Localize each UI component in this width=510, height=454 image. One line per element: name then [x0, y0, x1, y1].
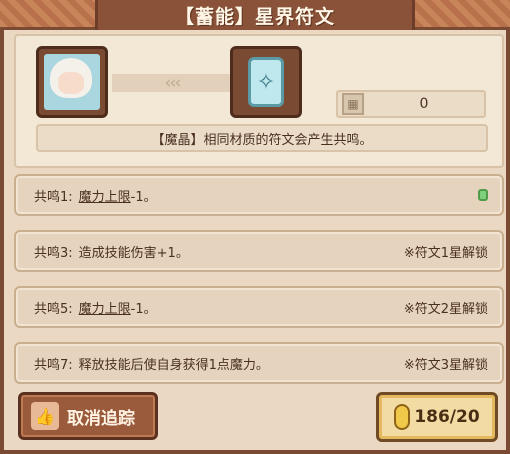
character-portrait-icon	[44, 54, 100, 110]
resonance-label: 共鸣5:	[34, 301, 73, 317]
unlock-requirement: ※符文1星解锁	[403, 245, 488, 261]
unlock-requirement: ※符文3星解锁	[403, 357, 488, 373]
resonance-row-5: 共鸣5: 魔力上限-1。 ※符文2星解锁	[14, 286, 504, 328]
counter-icon: ▦	[342, 93, 364, 115]
resonance-row-3: 共鸣3: 造成技能伤害+1。 ※符文1星解锁	[14, 230, 504, 272]
resonance-text: 释放技能后使自身获得1点魔力。	[78, 357, 269, 373]
resonance-text: 造成技能伤害+1。	[78, 245, 189, 261]
stat-link[interactable]: 魔力上限	[79, 302, 131, 317]
stat-link[interactable]: 魔力上限	[79, 190, 131, 205]
resonance-text: 魔力上限-1。	[78, 301, 157, 317]
cancel-tracking-label: 取消追踪	[67, 408, 135, 429]
title-bar: 【蓄能】星界符文	[0, 0, 510, 30]
thumbs-up-icon: 👍	[31, 402, 59, 430]
resonance-note: 【魔晶】相同材质的符文会产生共鸣。	[36, 124, 488, 152]
page-title: 【蓄能】星界符文	[174, 5, 335, 28]
title-plate: 【蓄能】星界符文	[95, 0, 415, 30]
resonance-label: 共鸣1:	[34, 189, 73, 205]
resonance-row-7: 共鸣7: 释放技能后使自身获得1点魔力。 ※符文3星解锁	[14, 342, 504, 384]
upgrade-cost-button[interactable]: 186/20	[376, 392, 498, 442]
main-panel: ‹‹‹ ✧ ▦ 0 【魔晶】相同材质的符文会产生共鸣。 共鸣1: 魔力上限-1。…	[0, 30, 510, 454]
crystal-icon	[394, 404, 411, 430]
unlock-requirement: ※符文2星解锁	[403, 301, 488, 317]
counter-value: 0	[419, 96, 429, 112]
arrow-track: ‹‹‹	[112, 73, 232, 93]
resonance-row-1: 共鸣1: 魔力上限-1。	[14, 174, 504, 216]
cancel-tracking-button[interactable]: 👍 取消追踪	[18, 392, 158, 440]
character-portrait[interactable]	[36, 46, 108, 118]
cost-label: 186/20	[414, 407, 480, 427]
rune-card-icon: ✧	[248, 57, 284, 107]
rune-counter: ▦ 0	[336, 90, 486, 118]
arrows-icon: ‹‹‹	[164, 73, 181, 93]
rune-header-card: ‹‹‹ ✧ ▦ 0 【魔晶】相同材质的符文会产生共鸣。	[14, 34, 504, 168]
rune-card[interactable]: ✧	[230, 46, 302, 118]
active-indicator-icon	[478, 189, 488, 201]
resonance-label: 共鸣7:	[34, 357, 73, 373]
resonance-text: 魔力上限-1。	[78, 189, 157, 205]
resonance-label: 共鸣3:	[34, 245, 73, 261]
